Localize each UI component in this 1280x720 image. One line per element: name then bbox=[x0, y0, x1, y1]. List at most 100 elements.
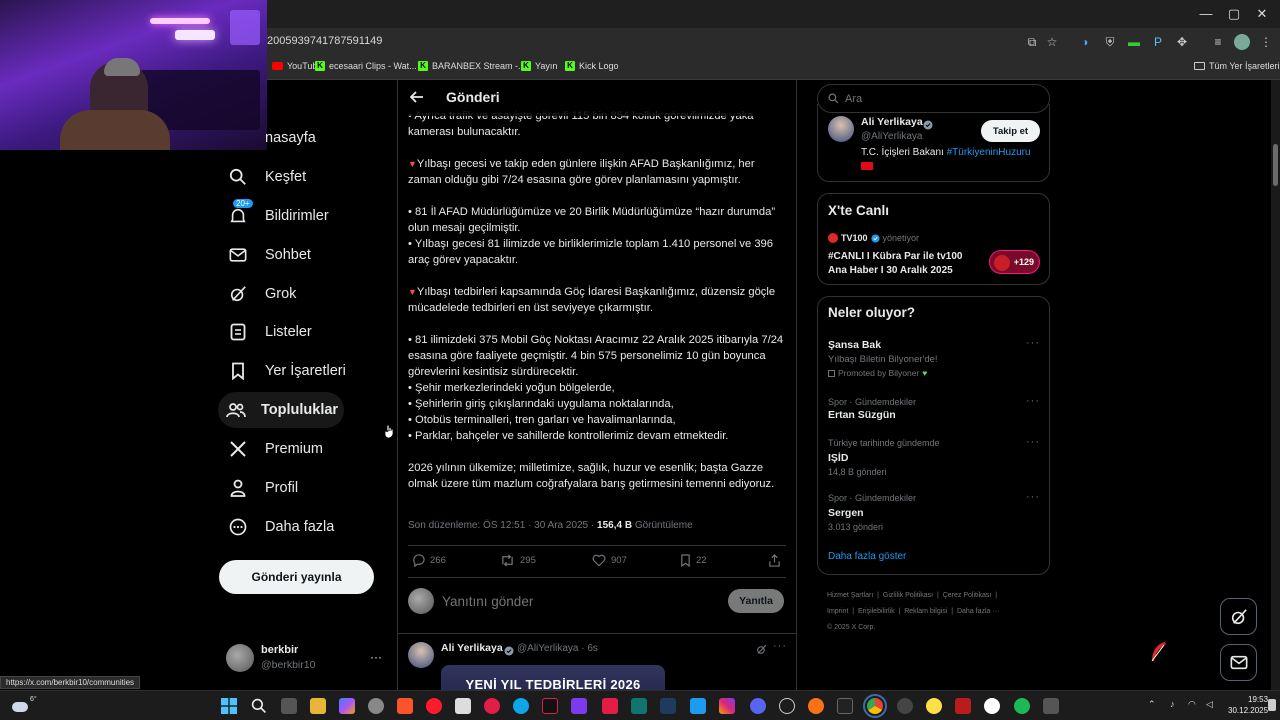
instagram-icon[interactable] bbox=[719, 698, 735, 714]
copilot-icon[interactable] bbox=[339, 698, 355, 714]
sidebar-item-bookmarks[interactable]: Yer İşaretleri bbox=[218, 353, 358, 389]
account-switcher[interactable]: berkbir @berkbir10 ··· bbox=[226, 640, 390, 680]
youtube-icon[interactable] bbox=[602, 698, 618, 714]
extension-p-icon[interactable]: P bbox=[1150, 34, 1166, 50]
sidebar-item-premium[interactable]: Premium bbox=[218, 431, 335, 467]
edited-timestamp[interactable]: Son düzenleme: ÖS 12:51 · 30 Ara 2025 · bbox=[408, 520, 597, 531]
back-arrow-icon[interactable] bbox=[409, 90, 424, 109]
trend-more-icon[interactable]: ··· bbox=[1026, 395, 1040, 407]
bookmark-action[interactable]: 22 bbox=[680, 554, 707, 567]
sidebar-item-home[interactable]: nasayfa bbox=[218, 120, 328, 156]
discord-icon[interactable] bbox=[750, 698, 766, 714]
weather-widget[interactable]: 6° bbox=[12, 696, 37, 712]
extension-audio-icon[interactable]: ◗ bbox=[1078, 34, 1094, 50]
windows-start-icon[interactable] bbox=[221, 698, 237, 714]
steam-icon[interactable] bbox=[660, 698, 676, 714]
chrome-icon[interactable] bbox=[863, 694, 887, 718]
opera-icon[interactable] bbox=[426, 698, 442, 714]
trend-item[interactable]: Şansa Bak Yılbaşı Biletin Bilyoner'de! P… bbox=[818, 335, 1049, 383]
edge-icon[interactable] bbox=[513, 698, 529, 714]
footer-link[interactable]: Daha fazla ··· bbox=[957, 608, 999, 615]
footer-link[interactable]: Çerez Politikası bbox=[943, 592, 992, 599]
reply-input[interactable] bbox=[442, 591, 692, 611]
bookmark-yayin[interactable]: K Yayın bbox=[521, 61, 557, 71]
tray-chevron-icon[interactable]: ⌃ bbox=[1148, 699, 1156, 710]
bookmark-ecesaari[interactable]: Kecesaari Clips - Wat... bbox=[315, 61, 417, 71]
sidebar-item-chat[interactable]: Sohbet bbox=[218, 237, 323, 273]
twitter-app-icon[interactable] bbox=[690, 698, 706, 714]
footer-link[interactable]: Reklam bilgisi bbox=[904, 608, 947, 615]
sidebar-item-lists[interactable]: Listeler bbox=[218, 314, 324, 350]
url-field[interactable]: 2005939741787591149 bbox=[267, 35, 382, 47]
bio-hashtag-link[interactable]: #TürkiyeninHuzuru bbox=[947, 147, 1031, 158]
close-window-button[interactable]: ✕ bbox=[1252, 4, 1272, 24]
app-orange-icon[interactable] bbox=[808, 698, 824, 714]
profile-avatar-icon[interactable] bbox=[1234, 34, 1250, 50]
task-view-icon[interactable] bbox=[281, 698, 297, 714]
show-more-link[interactable]: Daha fazla göster bbox=[828, 551, 906, 562]
share-action[interactable] bbox=[768, 554, 781, 567]
tiktok-icon[interactable] bbox=[542, 698, 558, 714]
install-app-icon[interactable]: ⧉ bbox=[1024, 34, 1040, 50]
epic-games-icon[interactable] bbox=[837, 698, 853, 714]
media-queue-icon[interactable]: ≡ bbox=[1210, 34, 1226, 50]
media-player-icon[interactable] bbox=[484, 698, 500, 714]
sidebar-item-communities[interactable]: Topluluklar bbox=[218, 392, 344, 428]
speedometer-icon[interactable] bbox=[779, 698, 795, 714]
trend-item[interactable]: Türkiye tarihinde gündemde IŞİD 14,8 B g… bbox=[818, 434, 1049, 482]
brave-browser-icon[interactable] bbox=[397, 698, 413, 714]
search-input[interactable] bbox=[845, 92, 1035, 105]
follow-button[interactable]: Takip et bbox=[981, 120, 1040, 142]
footer-link[interactable]: Erişilebilirlik bbox=[858, 608, 895, 615]
sidebar-item-more[interactable]: Daha fazla bbox=[218, 509, 346, 545]
taskbar-search-icon[interactable] bbox=[251, 698, 267, 714]
extension-battery-icon[interactable]: ▬ bbox=[1126, 34, 1142, 50]
capcut-icon[interactable] bbox=[631, 698, 647, 714]
star-bookmark-icon[interactable]: ☆ bbox=[1044, 34, 1060, 50]
extension-shield-icon[interactable]: ⛨ bbox=[1102, 34, 1118, 50]
footer-link[interactable]: Imprint bbox=[827, 608, 848, 615]
spotify-icon[interactable] bbox=[1014, 698, 1030, 714]
wifi-icon[interactable]: ◠ bbox=[1188, 699, 1196, 710]
live-listeners[interactable]: +129 bbox=[989, 250, 1040, 274]
volume-icon[interactable]: ◁ bbox=[1206, 699, 1213, 710]
trend-more-icon[interactable]: ··· bbox=[1026, 337, 1040, 349]
browser-menu-icon[interactable]: ⋮ bbox=[1258, 34, 1274, 50]
grok-float-button[interactable] bbox=[1220, 598, 1257, 635]
trend-more-icon[interactable]: ··· bbox=[1026, 436, 1040, 448]
maximize-button[interactable]: ▢ bbox=[1224, 4, 1244, 24]
footer-link[interactable]: Gizlilik Politikası bbox=[883, 592, 933, 599]
store-icon[interactable] bbox=[455, 698, 471, 714]
bookmark-kick-logo[interactable]: K Kick Logo bbox=[565, 61, 619, 71]
avatar[interactable] bbox=[408, 642, 434, 668]
footer-link[interactable]: Hizmet Şartları bbox=[827, 592, 873, 599]
obs-icon[interactable] bbox=[897, 698, 913, 714]
avatar[interactable] bbox=[828, 116, 854, 142]
app-icon[interactable] bbox=[571, 698, 587, 714]
reply-button[interactable]: Yanıtla bbox=[728, 589, 784, 613]
bookmark-baranbex[interactable]: K BARANBEX Stream -... bbox=[418, 61, 526, 71]
all-bookmarks-folder[interactable]: Tüm Yer İşaretleri bbox=[1194, 61, 1280, 71]
author-name[interactable]: Ali Yerlikaya bbox=[861, 116, 923, 128]
minimize-button[interactable]: — bbox=[1196, 4, 1216, 24]
extensions-puzzle-icon[interactable]: ✥ bbox=[1174, 34, 1190, 50]
trend-item[interactable]: Spor · Gündemdekiler Sergen 3.013 gönder… bbox=[818, 489, 1049, 537]
trend-item[interactable]: Spor · Gündemdekiler Ertan Süzgün ··· bbox=[818, 393, 1049, 429]
sidebar-item-notifications[interactable]: 20+ Bildirimler bbox=[218, 198, 341, 234]
live-host[interactable]: TV100 yönetiyor bbox=[828, 233, 919, 243]
post-more-icon[interactable]: ··· bbox=[773, 640, 787, 652]
account-more-icon[interactable]: ··· bbox=[370, 650, 382, 664]
sidebar-item-profile[interactable]: Profil bbox=[218, 470, 310, 506]
notification-bell-icon[interactable] bbox=[1268, 699, 1276, 711]
grok-icon[interactable] bbox=[756, 642, 767, 660]
sidebar-item-explore[interactable]: Keşfet bbox=[218, 159, 318, 195]
app-icon[interactable] bbox=[1043, 698, 1059, 714]
repost-action[interactable]: 295 bbox=[500, 554, 536, 567]
messages-float-button[interactable] bbox=[1220, 644, 1257, 681]
clock[interactable]: 19:53 30.12.2025 bbox=[1228, 694, 1268, 716]
shield-app-icon[interactable] bbox=[955, 698, 971, 714]
settings-gear-icon[interactable] bbox=[368, 698, 384, 714]
yandex-icon[interactable] bbox=[984, 698, 1000, 714]
snapchat-icon[interactable] bbox=[926, 698, 942, 714]
live-headline[interactable]: #CANLI I Kübra Par ile tv100 Ana Haber I… bbox=[828, 250, 978, 278]
